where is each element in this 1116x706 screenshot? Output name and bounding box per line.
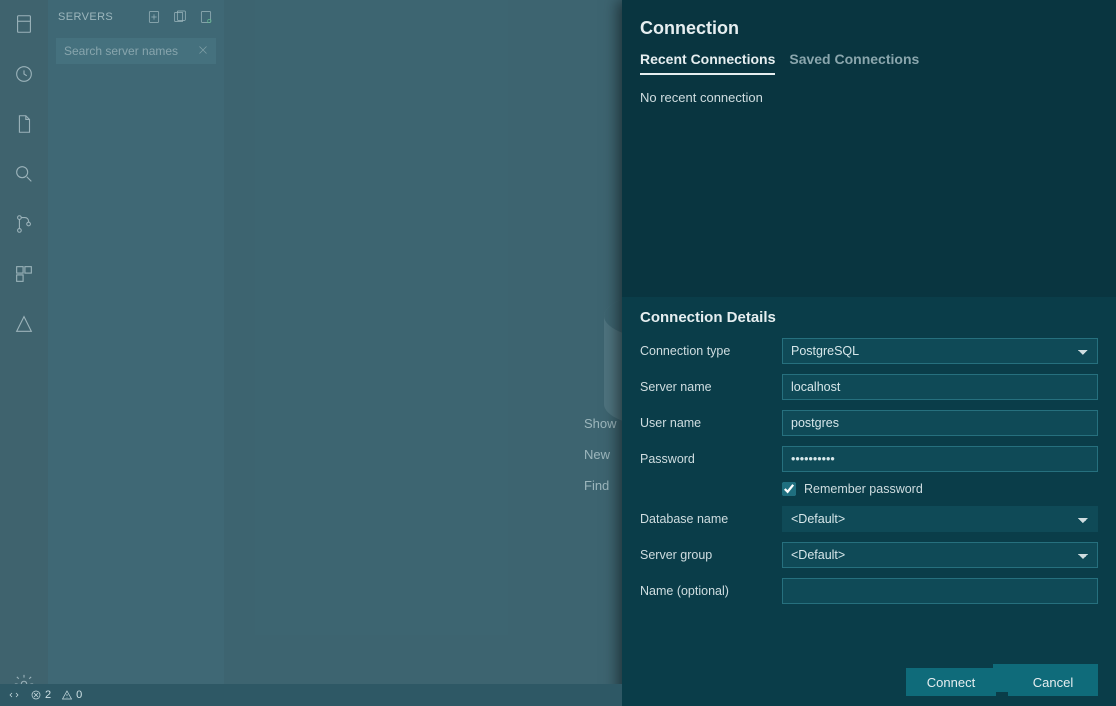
status-warnings[interactable]: 0 <box>61 689 82 701</box>
connection-name-input[interactable] <box>782 578 1098 604</box>
label-name-optional: Name (optional) <box>640 584 772 598</box>
label-user-name: User name <box>640 416 772 430</box>
database-name-select[interactable]: <Default> <box>782 506 1098 532</box>
status-bar: 2 0 <box>0 684 622 706</box>
connection-type-select[interactable]: PostgreSQL <box>782 338 1098 364</box>
welcome-link-3[interactable]: Find <box>584 478 617 493</box>
connection-title: Connection <box>622 0 1116 51</box>
status-errors[interactable]: 2 <box>30 689 51 701</box>
activity-servers-icon[interactable] <box>8 8 40 40</box>
activity-azure-icon[interactable] <box>8 308 40 340</box>
label-server-group: Server group <box>640 548 772 562</box>
server-group-select[interactable]: <Default> <box>782 542 1098 568</box>
clear-search-icon[interactable] <box>196 43 210 57</box>
label-remember-password: Remember password <box>804 482 923 496</box>
remember-password-checkbox[interactable] <box>782 482 796 496</box>
activity-explorer-icon[interactable] <box>8 108 40 140</box>
password-input[interactable] <box>782 446 1098 472</box>
connection-panel: Connection Recent Connections Saved Conn… <box>622 0 1116 706</box>
remote-indicator-icon[interactable] <box>8 689 20 701</box>
refresh-servers-icon[interactable] <box>198 9 214 25</box>
sidebar-title: SERVERS <box>58 11 136 23</box>
activity-bar <box>0 0 48 706</box>
connect-button[interactable]: Connect <box>906 668 996 696</box>
welcome-links: Show New Find <box>584 416 617 493</box>
new-group-icon[interactable] <box>172 9 188 25</box>
label-connection-type: Connection type <box>640 344 772 358</box>
connection-details-title: Connection Details <box>622 297 1116 334</box>
server-name-input[interactable] <box>782 374 1098 400</box>
activity-extensions-icon[interactable] <box>8 258 40 290</box>
tab-saved-connections[interactable]: Saved Connections <box>789 51 919 75</box>
sidebar-header: SERVERS <box>48 0 224 34</box>
activity-source-control-icon[interactable] <box>8 208 40 240</box>
connection-tabs: Recent Connections Saved Connections <box>622 51 1116 76</box>
label-server-name: Server name <box>640 380 772 394</box>
user-name-input[interactable] <box>782 410 1098 436</box>
search-input[interactable] <box>56 38 216 64</box>
recent-connections-empty: No recent connection <box>622 76 1116 119</box>
tab-recent-connections[interactable]: Recent Connections <box>640 51 775 75</box>
label-database-name: Database name <box>640 512 772 526</box>
servers-sidebar: SERVERS <box>48 0 224 706</box>
welcome-link-2[interactable]: New <box>584 447 617 462</box>
connection-details: Connection Details Connection type Postg… <box>622 297 1116 706</box>
label-password: Password <box>640 452 772 466</box>
new-connection-icon[interactable] <box>146 9 162 25</box>
activity-recent-icon[interactable] <box>8 58 40 90</box>
activity-search-icon[interactable] <box>8 158 40 190</box>
sidebar-search <box>56 38 216 64</box>
cancel-button[interactable]: Cancel <box>1008 668 1098 696</box>
welcome-link-1[interactable]: Show <box>584 416 617 431</box>
